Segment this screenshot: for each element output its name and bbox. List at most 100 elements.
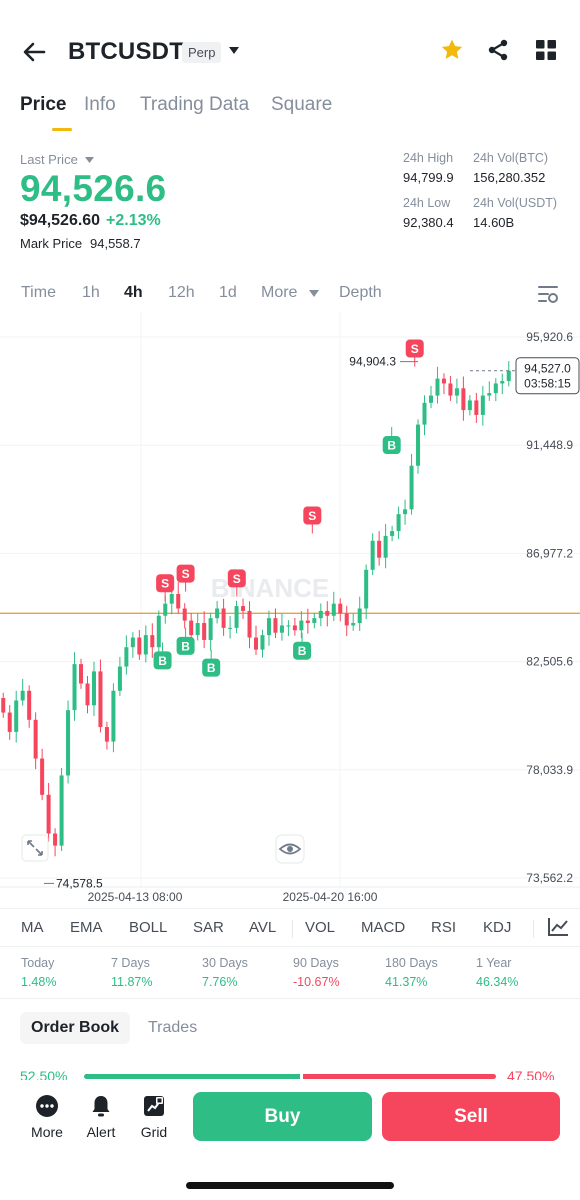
candle-body	[441, 378, 446, 384]
grid-bot-icon	[144, 1096, 164, 1116]
high-24h-value: 94,799.9	[403, 170, 454, 185]
alert-label: Alert	[86, 1124, 116, 1140]
bell-icon	[92, 1096, 110, 1117]
tab-info[interactable]: Info	[84, 94, 116, 116]
tab-trades[interactable]: Trades	[137, 1012, 208, 1044]
indicator-ema[interactable]: EMA	[70, 919, 103, 936]
alert-button[interactable]: Alert	[77, 1094, 125, 1140]
candle-body	[195, 623, 200, 636]
perf-label-today: Today	[21, 956, 55, 970]
buy-signal-label: B	[387, 439, 396, 453]
buy-button[interactable]: Buy	[193, 1092, 372, 1141]
share-icon[interactable]	[486, 38, 510, 62]
candle-body	[40, 758, 45, 795]
interval-4h[interactable]: 4h	[124, 284, 143, 302]
perf-value-7d: 11.87%	[111, 975, 153, 989]
visibility-eye-icon[interactable]	[275, 834, 305, 864]
interval-1d[interactable]: 1d	[219, 284, 237, 302]
candle-countdown-label: 03:58:15	[524, 377, 571, 391]
interval-selector: Time 1h 4h 12h 1d More Depth	[0, 282, 580, 308]
divider	[0, 908, 580, 909]
candle-body	[390, 531, 395, 536]
contract-type-badge: Perp	[182, 42, 222, 63]
chart-settings-icon[interactable]	[537, 284, 559, 304]
depth-tab[interactable]: Depth	[339, 284, 382, 302]
x-axis-label: 2025-04-20 16:00	[283, 890, 378, 904]
expand-chart-icon[interactable]	[21, 834, 49, 862]
vol-usdt-24h-value: 14.60B	[473, 215, 515, 230]
perf-value-180d: 41.37%	[385, 975, 428, 989]
indicator-boll[interactable]: BOLL	[129, 919, 167, 936]
y-axis: 95,920.6 91,448.9 86,977.2 82,505.6 78,033.9…	[526, 330, 573, 885]
favorite-star-icon[interactable]	[440, 38, 464, 62]
usd-price: $94,526.60	[20, 212, 101, 229]
candle-body	[377, 540, 382, 558]
candle-body	[480, 395, 485, 415]
candle-body	[299, 620, 304, 631]
tab-square[interactable]: Square	[271, 94, 332, 116]
candle-body	[46, 794, 51, 834]
perf-label-90d: 90 Days	[293, 956, 339, 970]
tab-order-book[interactable]: Order Book	[20, 1012, 131, 1044]
sell-signal-label: S	[182, 567, 190, 581]
price-chart[interactable]: BINANCE BSSBSBBSBS 95,920.691,448.986,97…	[0, 312, 580, 908]
x-axis-label: 2025-04-13 08:00	[88, 890, 183, 904]
candle-body	[163, 603, 168, 616]
indicator-rsi[interactable]: RSI	[431, 919, 456, 936]
more-button[interactable]: More	[23, 1094, 71, 1140]
buy-signal-label: B	[207, 661, 216, 675]
indicator-avl[interactable]: AVL	[249, 919, 276, 936]
layout-grid-icon[interactable]	[534, 38, 558, 62]
candle-body	[474, 400, 479, 415]
candle-body	[286, 625, 291, 627]
candle-body	[124, 647, 129, 667]
tab-trading-data[interactable]: Trading Data	[140, 94, 249, 116]
last-price-label[interactable]: Last Price	[20, 152, 78, 167]
indicator-ma[interactable]: MA	[21, 919, 44, 936]
candle-body	[357, 608, 362, 624]
mark-price-value: 94,558.7	[90, 236, 141, 251]
candle-body	[325, 610, 330, 616]
candle-body	[487, 393, 492, 396]
back-arrow-icon[interactable]	[20, 38, 48, 66]
last-price-dropdown-caret-icon[interactable]	[85, 157, 94, 164]
candle-body	[364, 569, 369, 609]
symbol-title[interactable]: BTCUSDT	[68, 38, 184, 66]
perf-label-180d: 180 Days	[385, 956, 438, 970]
tab-price[interactable]: Price	[20, 94, 66, 116]
divider	[0, 946, 580, 947]
interval-time[interactable]: Time	[21, 284, 56, 302]
perf-value-today: 1.48%	[21, 975, 57, 989]
candle-body	[318, 610, 323, 619]
candle-body	[351, 623, 356, 626]
perf-label-1y: 1 Year	[476, 956, 512, 970]
buy-signal-label: B	[181, 639, 190, 653]
indicator-settings-icon[interactable]	[547, 917, 569, 937]
candle-body	[260, 635, 265, 650]
candle-body	[266, 618, 271, 636]
indicator-kdj[interactable]: KDJ	[483, 919, 511, 936]
indicator-vol[interactable]: VOL	[305, 919, 335, 936]
candle-body	[33, 719, 38, 759]
current-price-label: 94,527.0	[524, 362, 571, 376]
interval-12h[interactable]: 12h	[168, 284, 195, 302]
interval-1h[interactable]: 1h	[82, 284, 100, 302]
grid-button[interactable]: Grid	[130, 1094, 178, 1140]
more-dropdown-caret-icon[interactable]	[309, 290, 319, 298]
buy-signal-label: B	[158, 654, 167, 668]
candle-body	[422, 402, 427, 425]
interval-more[interactable]: More	[261, 284, 297, 302]
symbol-dropdown-caret-icon[interactable]	[228, 46, 240, 56]
indicator-sar[interactable]: SAR	[193, 919, 224, 936]
performance-row: Today 1.48% 7 Days 11.87% 30 Days 7.76% …	[0, 950, 580, 996]
candle-body	[98, 671, 103, 728]
sell-button[interactable]: Sell	[382, 1092, 560, 1141]
candle-body	[454, 388, 459, 396]
candle-body	[279, 625, 284, 633]
sell-ratio-bar	[303, 1074, 496, 1079]
candle-body	[338, 603, 343, 614]
candle-body	[221, 608, 226, 628]
candle-body	[137, 637, 142, 655]
divider	[292, 920, 293, 938]
indicator-macd[interactable]: MACD	[361, 919, 405, 936]
